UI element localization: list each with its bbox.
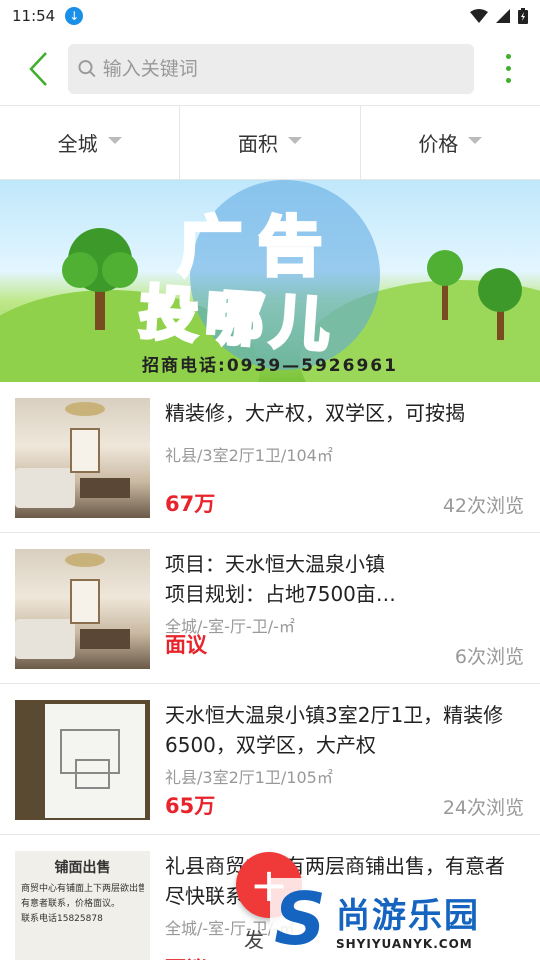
thumb-sofa	[15, 619, 75, 659]
publish-label: 发	[244, 928, 264, 952]
listing-views: 42次浏览	[442, 495, 524, 517]
status-time: 11:54	[12, 7, 56, 25]
listing-title: 精装修，大产权，双学区，可按揭	[165, 401, 465, 425]
filter-region[interactable]: 全城	[0, 106, 181, 179]
chevron-left-icon	[29, 51, 47, 86]
watermark-s-icon: S	[274, 877, 326, 960]
more-menu-button[interactable]	[488, 45, 528, 93]
thumb-line: 商贸中心有铺面上下两层欲出售	[21, 884, 144, 894]
listing-info: 项目：天水恒大温泉小镇 项目规划：占地7500亩… 全城/-室-厅-卫/-㎡ 面…	[165, 549, 524, 669]
thumb-table	[80, 478, 130, 498]
listing-price: 65万	[165, 794, 216, 818]
floorplan-room	[75, 759, 110, 789]
tree-icon	[427, 250, 463, 320]
filter-price[interactable]: 价格	[361, 106, 540, 179]
listing-subtitle: 礼县/3室2厅1卫/105㎡	[165, 768, 333, 787]
listing-item[interactable]: 天水恒大温泉小镇3室2厅1卫，精装修6500，双学区，大产权 礼县/3室2厅1卫…	[0, 684, 540, 835]
filter-bar: 全城 面积 价格	[0, 106, 540, 180]
tree-icon	[62, 228, 138, 330]
caret-down-icon	[287, 137, 302, 144]
listing-info: 精装修，大产权，双学区，可按揭 礼县/3室2厅1卫/104㎡ 67万 42次浏览	[165, 398, 524, 518]
watermark-en: SHYIYUANYK.COM	[336, 936, 473, 951]
thumb-line: 有意者联系，价格面议。	[21, 899, 121, 909]
listing-subtitle: 礼县/3室2厅1卫/104㎡	[165, 446, 333, 465]
thumb-window	[70, 428, 100, 473]
caret-down-icon	[468, 137, 483, 144]
thumb-line: 联系电话15825878	[21, 914, 103, 924]
filter-area[interactable]: 面积	[180, 106, 361, 179]
signal-icon	[496, 9, 510, 23]
listing-price: 面议	[165, 953, 207, 960]
listing-views: 6次浏览	[454, 646, 524, 668]
thumb-window	[70, 579, 100, 624]
thumb-table	[80, 629, 130, 649]
banner-title-line2: 投哪儿	[136, 276, 342, 362]
top-bar	[0, 32, 540, 106]
filter-label: 价格	[418, 132, 459, 156]
listing-item[interactable]: 项目：天水恒大温泉小镇 项目规划：占地7500亩… 全城/-室-厅-卫/-㎡ 面…	[0, 533, 540, 684]
watermark-cn: 尚游乐园	[336, 895, 480, 936]
banner-phone: 招商电话:0939—5926961	[142, 356, 398, 376]
listing-views: 24次浏览	[442, 797, 524, 819]
listing-thumbnail: 铺面出售 商贸中心有铺面上下两层欲出售 有意者联系，价格面议。 联系电话1582…	[15, 851, 150, 960]
filter-label: 面积	[237, 132, 278, 156]
listing-title: 项目：天水恒大温泉小镇 项目规划：占地7500亩…	[165, 552, 396, 606]
listing-title: 天水恒大温泉小镇3室2厅1卫，精装修6500，双学区，大产权	[165, 703, 504, 757]
ad-banner[interactable]: 广告 投哪儿 招商电话:0939—5926961	[0, 180, 540, 382]
listing-price: 面议	[165, 633, 207, 657]
watermark-text: 尚游乐园 SHYIYUANYK.COM	[336, 888, 480, 951]
search-box[interactable]	[68, 43, 474, 94]
more-dot	[505, 78, 511, 83]
listing-subtitle: 全城/-室-厅-卫/-㎡	[165, 617, 295, 636]
thumb-sofa	[15, 468, 75, 508]
watermark-logo: S 尚游乐园 SHYIYUANYK.COM	[270, 878, 540, 960]
back-button[interactable]	[18, 45, 58, 93]
thumb-floorplan	[45, 704, 145, 818]
thumb-chandelier	[65, 553, 105, 567]
status-icons	[470, 8, 528, 24]
thumb-heading: 铺面出售	[54, 860, 111, 876]
download-icon: ↓	[65, 7, 84, 25]
more-dot	[505, 54, 511, 59]
caret-down-icon	[107, 137, 122, 144]
status-bar: 11:54 ↓	[0, 0, 540, 32]
thumb-chandelier	[65, 402, 105, 416]
wifi-icon	[470, 9, 488, 23]
listing-item[interactable]: 精装修，大产权，双学区，可按揭 礼县/3室2厅1卫/104㎡ 67万 42次浏览	[0, 382, 540, 533]
filter-label: 全城	[57, 132, 98, 156]
listing-thumbnail	[15, 398, 150, 518]
search-icon	[78, 59, 96, 77]
search-input[interactable]	[102, 57, 464, 80]
more-dot	[505, 66, 511, 71]
listing-price: 67万	[165, 492, 216, 516]
listing-info: 天水恒大温泉小镇3室2厅1卫，精装修6500，双学区，大产权 礼县/3室2厅1卫…	[165, 700, 524, 820]
battery-icon	[518, 8, 528, 24]
tree-icon	[478, 268, 522, 340]
listing-thumbnail	[15, 549, 150, 669]
listing-thumbnail	[15, 700, 150, 820]
